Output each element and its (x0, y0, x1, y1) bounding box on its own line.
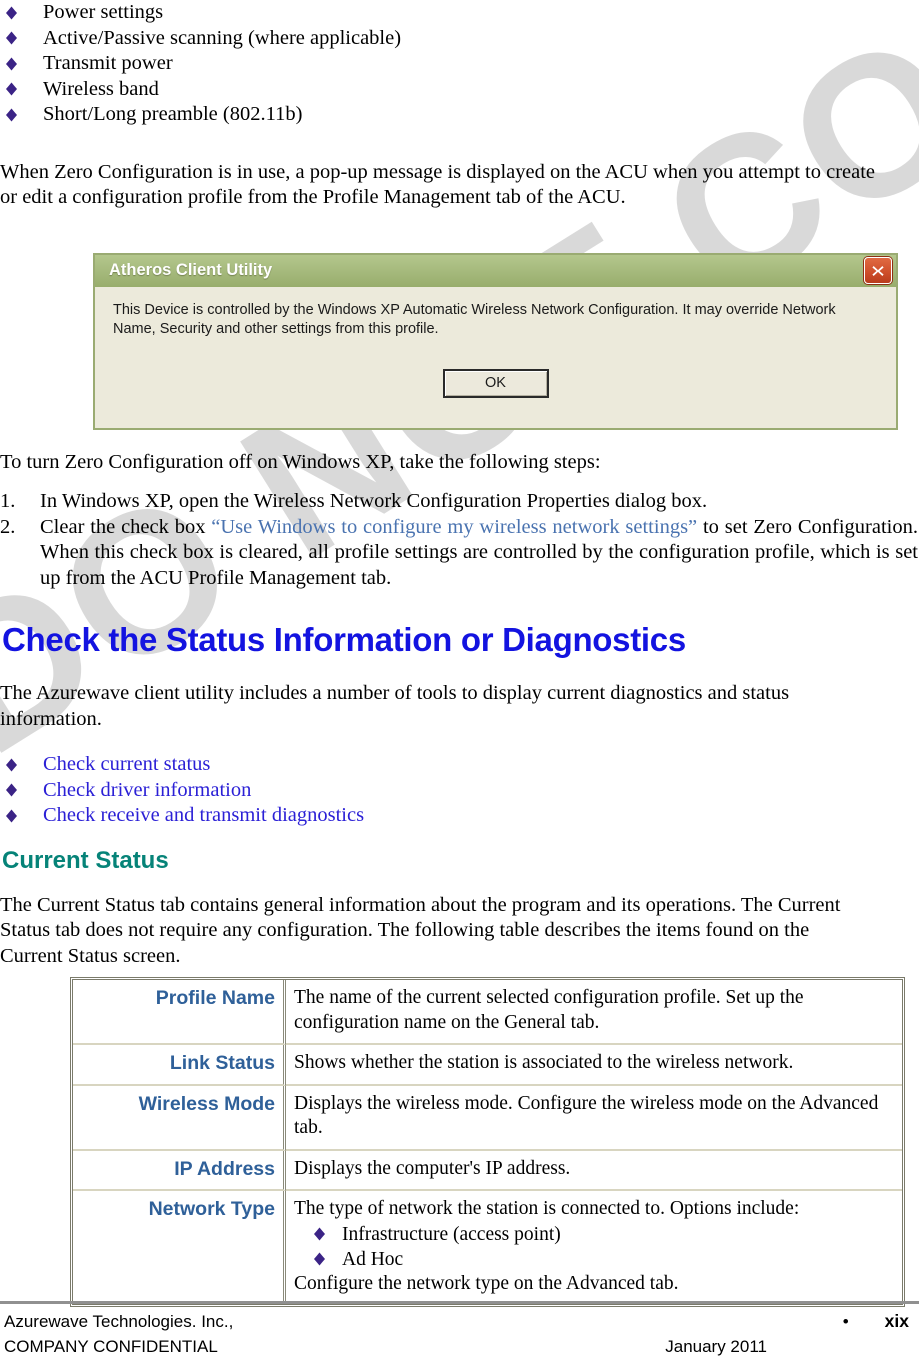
footer-separator-dot: • (842, 1312, 849, 1331)
atheros-client-utility-dialog: Atheros Client Utility This Device is co… (93, 252, 898, 430)
step-item: 2. Clear the check box “Use Windows to c… (0, 515, 918, 592)
row-description-text: The name of the current selected configu… (294, 987, 804, 1033)
row-label: Link Status (73, 1045, 286, 1086)
row-description-text: Displays the wireless mode. Configure th… (294, 1092, 879, 1139)
row-description-text: Shows whether the station is associated … (294, 1052, 794, 1073)
acu-dialog-figure: Atheros Client Utility This Device is co… (93, 252, 898, 430)
row-label: Wireless Mode (73, 1085, 286, 1151)
link-check-driver-information[interactable]: Check driver information (43, 779, 251, 801)
feature-bullet-list: Power settings Active/Passive scanning (… (0, 0, 919, 128)
link-check-receive-transmit-diagnostics[interactable]: Check receive and transmit diagnostics (43, 804, 364, 826)
close-icon[interactable] (864, 257, 892, 284)
row-description-after: Configure the network type on the Advanc… (294, 1272, 679, 1294)
list-item-label: Transmit power (43, 52, 173, 74)
list-item[interactable]: Check driver information (0, 778, 919, 804)
diamond-bullet-icon (314, 1252, 325, 1266)
row-description: Displays the computer's IP address. (286, 1151, 902, 1191)
diamond-bullet-icon (6, 6, 17, 20)
row-description: The type of network the station is conne… (286, 1191, 902, 1304)
footer-row-top: Azurewave Technologies. Inc., • xix (0, 1304, 919, 1332)
diamond-bullet-icon (6, 809, 17, 823)
network-type-options: Infrastructure (access point) Ad Hoc (294, 1222, 894, 1272)
dialog-button-row: OK (95, 342, 896, 428)
row-label: Profile Name (73, 980, 286, 1045)
step-number: 1. (0, 490, 16, 512)
list-item-label: Active/Passive scanning (where applicabl… (43, 26, 402, 49)
list-item-label: Infrastructure (access point) (342, 1223, 561, 1245)
table-row: IP Address Displays the computer's IP ad… (73, 1150, 902, 1191)
list-item: Short/Long preamble (802.11b) (0, 102, 919, 128)
dialog-body: This Device is controlled by the Windows… (95, 286, 896, 343)
diamond-bullet-icon (6, 108, 17, 122)
step-text: In Windows XP, open the Wireless Network… (40, 490, 708, 512)
footer-date: January 2011 (665, 1337, 767, 1356)
dialog-title: Atheros Client Utility (109, 261, 273, 279)
row-description-text: The type of network the station is conne… (294, 1198, 800, 1219)
diagnostics-link-list: Check current status Check driver inform… (0, 752, 919, 829)
diagnostics-paragraph: The Azurewave client utility includes a … (0, 682, 790, 730)
step-text-link[interactable]: “Use Windows to configure my wireless ne… (211, 516, 697, 538)
diamond-bullet-icon (6, 783, 17, 797)
row-label: IP Address (73, 1150, 286, 1191)
row-description: Shows whether the station is associated … (286, 1045, 902, 1086)
list-item-label: Power settings (43, 1, 164, 23)
footer-row-bottom: COMPANY CONFIDENTIAL January 2011 (0, 1332, 919, 1367)
dialog-message: This Device is controlled by the Windows… (113, 301, 836, 337)
zero-config-steps: 1. In Windows XP, open the Wireless Netw… (0, 489, 918, 591)
footer-company: Azurewave Technologies. Inc., (4, 1312, 234, 1331)
row-description-text: Displays the computer's IP address. (294, 1157, 571, 1179)
table-row: Link Status Shows whether the station is… (73, 1045, 902, 1086)
row-description: The name of the current selected configu… (286, 980, 902, 1045)
step-item: 1. In Windows XP, open the Wireless Netw… (0, 489, 918, 515)
diamond-bullet-icon (6, 82, 17, 96)
diamond-bullet-icon (6, 57, 17, 71)
steps-intro-paragraph: To turn Zero Configuration off on Window… (0, 450, 601, 473)
page-number: xix (884, 1311, 909, 1331)
dialog-title-bar: Atheros Client Utility (95, 254, 896, 287)
table-row: Profile Name The name of the current sel… (73, 980, 902, 1045)
page-content: Power settings Active/Passive scanning (… (0, 0, 919, 1307)
section-heading-current-status: Current Status (2, 846, 169, 874)
list-item[interactable]: Check current status (0, 752, 919, 778)
list-item-label: Ad Hoc (342, 1248, 404, 1270)
table-row: Wireless Mode Displays the wireless mode… (73, 1085, 902, 1151)
diamond-bullet-icon (6, 31, 17, 45)
intro-paragraph: When Zero Configuration is in use, a pop… (0, 160, 876, 209)
ok-button[interactable]: OK (442, 368, 549, 398)
list-item: Transmit power (0, 51, 919, 77)
footer-confidential: COMPANY CONFIDENTIAL (4, 1337, 218, 1356)
current-status-table: Profile Name The name of the current sel… (70, 977, 905, 1307)
table-row: Network Type The type of network the sta… (73, 1191, 902, 1304)
link-check-current-status[interactable]: Check current status (43, 753, 210, 775)
page-footer: Azurewave Technologies. Inc., • xix COMP… (0, 1301, 919, 1367)
list-item-label: Short/Long preamble (802.11b) (43, 103, 303, 125)
list-item[interactable]: Check receive and transmit diagnostics (0, 803, 919, 829)
page-title: Check the Status Information or Diagnost… (2, 621, 686, 658)
list-item: Active/Passive scanning (where applicabl… (0, 26, 919, 52)
step-text-part: Clear the check box (40, 515, 212, 538)
step-number: 2. (0, 515, 16, 538)
row-label: Network Type (73, 1191, 286, 1304)
list-item: Wireless band (0, 77, 919, 103)
list-item: Power settings (0, 0, 919, 26)
current-status-paragraph: The Current Status tab contains general … (0, 893, 841, 967)
list-item: Infrastructure (access point) (312, 1222, 894, 1247)
list-item-label: Wireless band (43, 77, 159, 100)
row-description: Displays the wireless mode. Configure th… (286, 1086, 902, 1151)
list-item: Ad Hoc (312, 1247, 894, 1272)
diamond-bullet-icon (314, 1227, 325, 1241)
diamond-bullet-icon (6, 758, 17, 772)
